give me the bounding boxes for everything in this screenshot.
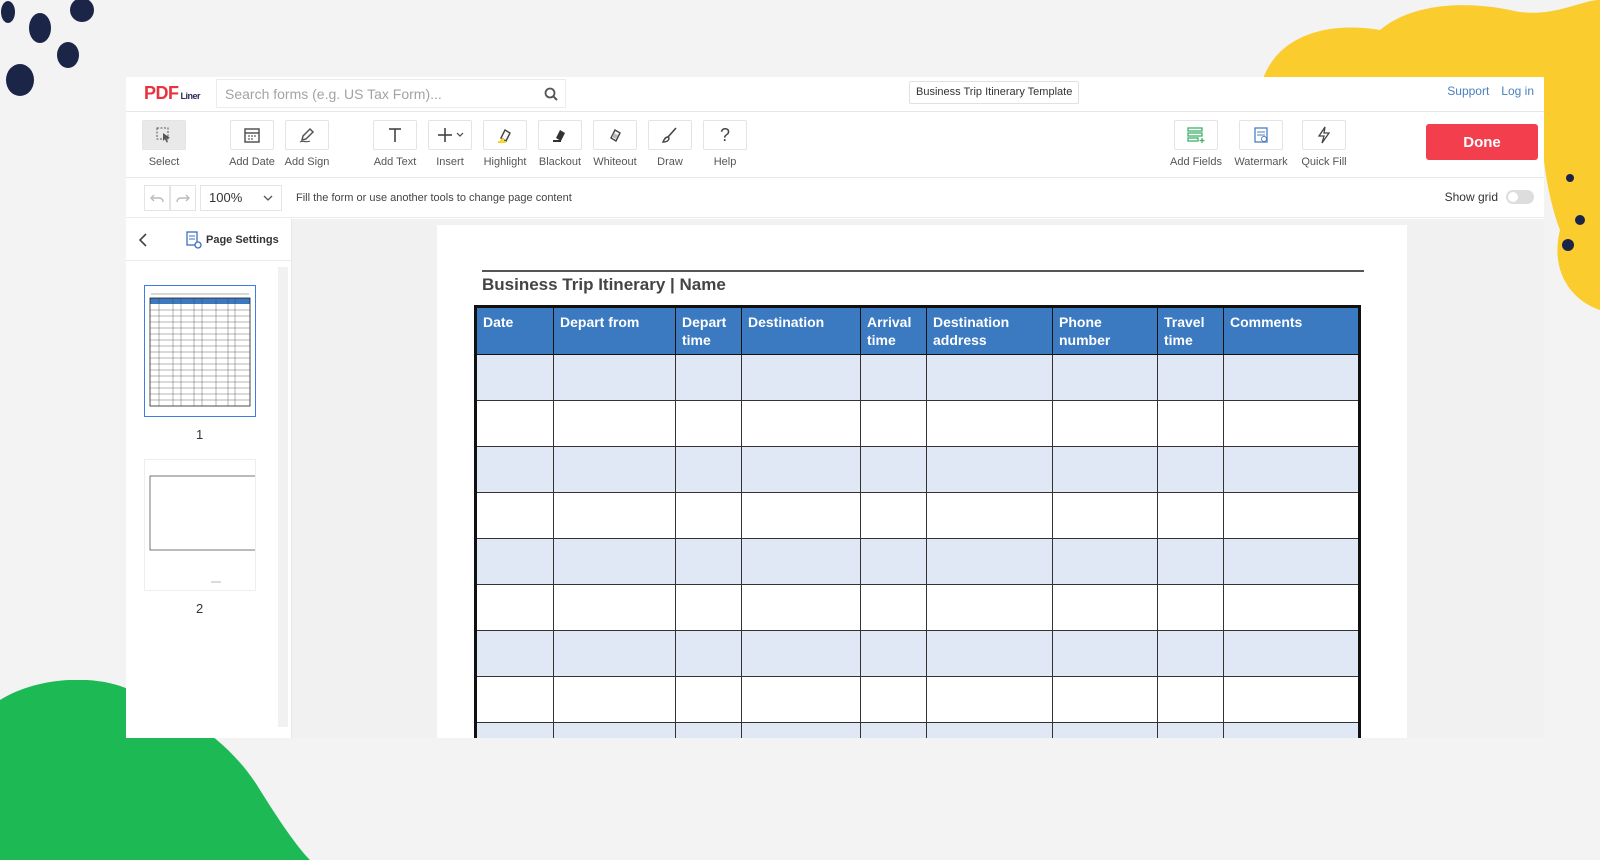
brush-icon	[661, 127, 677, 143]
thumbnail-preview	[149, 475, 261, 583]
table-row[interactable]	[475, 722, 1360, 738]
tool-add-fields[interactable]: Add Fields	[1168, 120, 1224, 168]
column-header: Depart from	[553, 305, 676, 356]
tool-blackout[interactable]: Blackout	[532, 120, 588, 168]
watermark-icon	[1254, 127, 1268, 143]
document-title-badge: Business Trip Itinerary Template	[909, 81, 1080, 104]
tool-select[interactable]: Select	[136, 120, 192, 168]
plus-icon	[438, 128, 464, 142]
tool-insert[interactable]: Insert	[422, 120, 478, 168]
tool-watermark[interactable]: Watermark	[1233, 120, 1289, 168]
page-thumbnail-2[interactable]	[144, 459, 261, 591]
tool-whiteout[interactable]: Whiteout	[587, 120, 643, 168]
column-header: Phone number	[1052, 305, 1158, 356]
search-icon[interactable]	[537, 87, 565, 101]
sidebar-scrollbar[interactable]	[278, 267, 288, 727]
table-row[interactable]	[475, 400, 1360, 448]
tool-highlight[interactable]: Highlight	[477, 120, 533, 168]
tool-add-text[interactable]: Add Text	[367, 120, 423, 168]
decorative-dots	[1, 0, 94, 96]
page-settings-icon	[186, 230, 202, 249]
editor-app: PDF Liner Search forms (e.g. US Tax Form)…	[126, 77, 1544, 738]
document-canvas: Business Trip Itinerary | Name Date Depa…	[292, 219, 1544, 738]
undo-button[interactable]	[144, 184, 170, 211]
tool-help[interactable]: ? Help	[697, 120, 753, 168]
tool-quick-fill[interactable]: Quick Fill	[1296, 120, 1352, 168]
document-heading: Business Trip Itinerary | Name	[482, 275, 726, 294]
page-number-1: 1	[196, 427, 204, 442]
undo-icon	[150, 194, 164, 202]
redo-icon	[176, 194, 190, 202]
zoom-select[interactable]: 100%	[200, 184, 282, 211]
lightning-icon	[1317, 126, 1331, 144]
decorative-yellow-side	[1540, 90, 1600, 310]
chevron-left-icon[interactable]	[138, 232, 148, 247]
eraser-icon	[610, 129, 621, 142]
title-rule	[482, 270, 1364, 272]
search-input[interactable]: Search forms (e.g. US Tax Form)...	[216, 79, 566, 108]
show-grid-toggle[interactable]: Show grid	[1445, 190, 1534, 204]
table-row[interactable]	[475, 446, 1360, 494]
table-row[interactable]	[475, 492, 1360, 540]
text-t-icon	[389, 128, 401, 142]
table-row[interactable]	[475, 676, 1360, 724]
select-cursor-icon	[156, 127, 170, 143]
redo-button[interactable]	[170, 184, 196, 211]
page-settings-button[interactable]: Page Settings	[186, 230, 279, 249]
toolbar: Select Add Date Add Sign Add Text Insert…	[126, 112, 1544, 178]
table-row[interactable]	[475, 584, 1360, 632]
support-link[interactable]: Support	[1447, 84, 1489, 98]
tool-draw[interactable]: Draw	[642, 120, 698, 168]
fields-icon	[1187, 127, 1205, 143]
column-header: Destination address	[926, 305, 1053, 356]
column-header: Arrival time	[860, 305, 927, 356]
table-row[interactable]	[475, 538, 1360, 586]
search-placeholder: Search forms (e.g. US Tax Form)...	[225, 85, 442, 102]
itinerary-table[interactable]: Date Depart from Depart time Destination…	[474, 305, 1361, 738]
pdfliner-logo[interactable]: PDF Liner	[144, 83, 201, 104]
calendar-icon	[244, 128, 260, 143]
top-bar: PDF Liner Search forms (e.g. US Tax Form)…	[126, 77, 1544, 112]
page-number-2: 2	[196, 601, 204, 616]
highlighter-icon	[498, 129, 511, 143]
column-header: Date	[475, 305, 554, 356]
thumbnail-preview	[149, 293, 251, 407]
sub-toolbar: 100% Fill the form or use another tools …	[126, 178, 1544, 218]
page-sidebar: Page Settings 1 2	[126, 219, 292, 738]
page-thumbnail-1[interactable]	[144, 285, 256, 417]
table-row[interactable]	[475, 354, 1360, 402]
table-header-row: Date Depart from Depart time Destination…	[475, 305, 1360, 356]
tool-add-date[interactable]: Add Date	[224, 120, 280, 168]
column-header: Comments	[1223, 305, 1360, 356]
login-link[interactable]: Log in	[1501, 84, 1534, 98]
column-header: Destination	[741, 305, 861, 356]
blackout-icon	[553, 130, 565, 142]
hint-text: Fill the form or use another tools to ch…	[296, 191, 572, 204]
column-header: Depart time	[675, 305, 742, 356]
table-row[interactable]	[475, 630, 1360, 678]
tool-add-sign[interactable]: Add Sign	[279, 120, 335, 168]
document-page[interactable]: Business Trip Itinerary | Name Date Depa…	[437, 225, 1407, 738]
done-button[interactable]: Done	[1426, 124, 1538, 160]
grid-switch[interactable]	[1506, 190, 1534, 204]
pen-sign-icon	[299, 127, 315, 143]
question-icon: ?	[719, 124, 730, 145]
column-header: Travel time	[1157, 305, 1224, 356]
chevron-down-icon	[263, 195, 273, 201]
